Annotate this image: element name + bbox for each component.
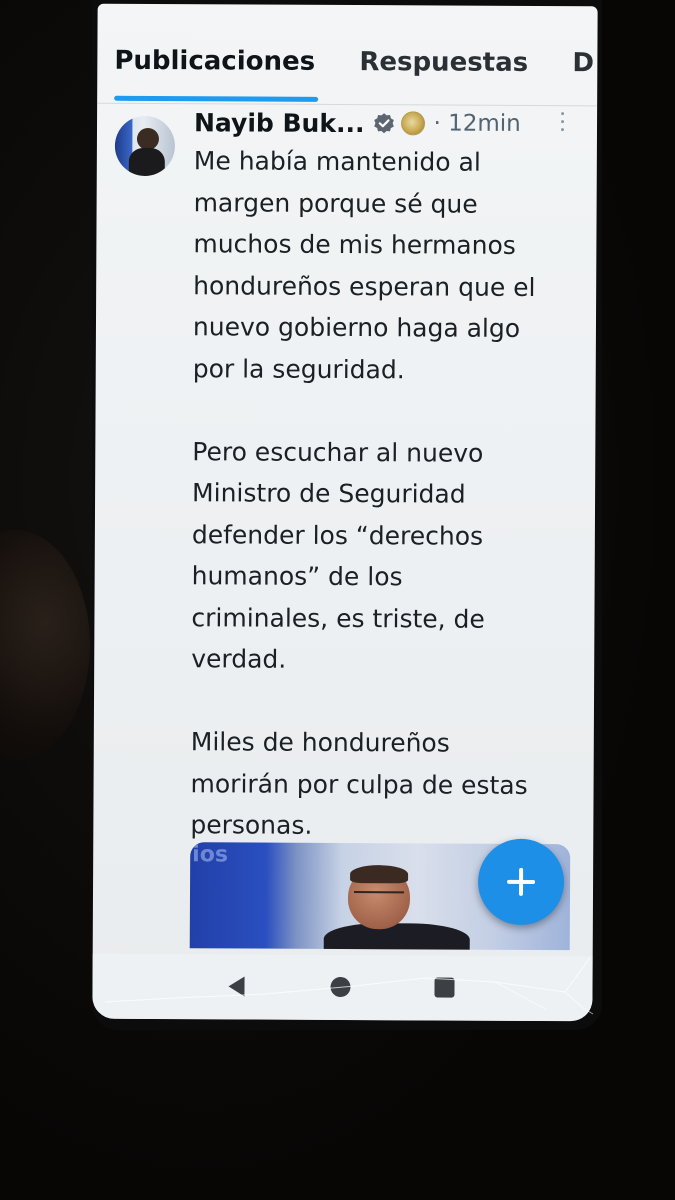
author-name[interactable]: Nayib Buk... bbox=[194, 108, 365, 138]
media-person-glasses bbox=[353, 891, 405, 902]
media-person-suit bbox=[323, 922, 470, 951]
plus-icon bbox=[507, 867, 536, 896]
post-text: Me había mantenido al margen porque sé q… bbox=[190, 146, 536, 840]
back-triangle-icon[interactable] bbox=[224, 974, 248, 998]
avatar[interactable] bbox=[114, 115, 176, 177]
post-time: · 12min bbox=[433, 110, 521, 137]
media-person-hair bbox=[350, 865, 409, 884]
verified-badge-icon bbox=[374, 113, 395, 134]
avatar-head bbox=[136, 127, 160, 151]
tab-publicaciones[interactable]: Publicaciones bbox=[114, 46, 315, 77]
finger bbox=[0, 530, 90, 760]
tab-destacados[interactable]: D bbox=[572, 48, 594, 78]
avatar-body bbox=[128, 147, 165, 177]
home-circle-icon[interactable] bbox=[330, 976, 351, 998]
media-logo-text: ios bbox=[192, 842, 229, 868]
profile-tabs: Publicaciones Respuestas D bbox=[97, 42, 597, 105]
tab-respuestas[interactable]: Respuestas bbox=[359, 47, 528, 78]
more-options-icon[interactable] bbox=[559, 112, 565, 138]
selected-tab-indicator bbox=[114, 95, 319, 102]
phone-photo: Publicaciones Respuestas D Nayib Buk... … bbox=[0, 0, 675, 1200]
compose-button[interactable] bbox=[477, 838, 565, 926]
post-header: Nayib Buk... · 12min bbox=[194, 104, 521, 142]
app-screen: Publicaciones Respuestas D Nayib Buk... … bbox=[92, 3, 598, 1022]
government-seal-icon bbox=[401, 111, 426, 136]
recents-square-icon[interactable] bbox=[434, 977, 455, 998]
system-navigation-bar bbox=[92, 953, 593, 1022]
